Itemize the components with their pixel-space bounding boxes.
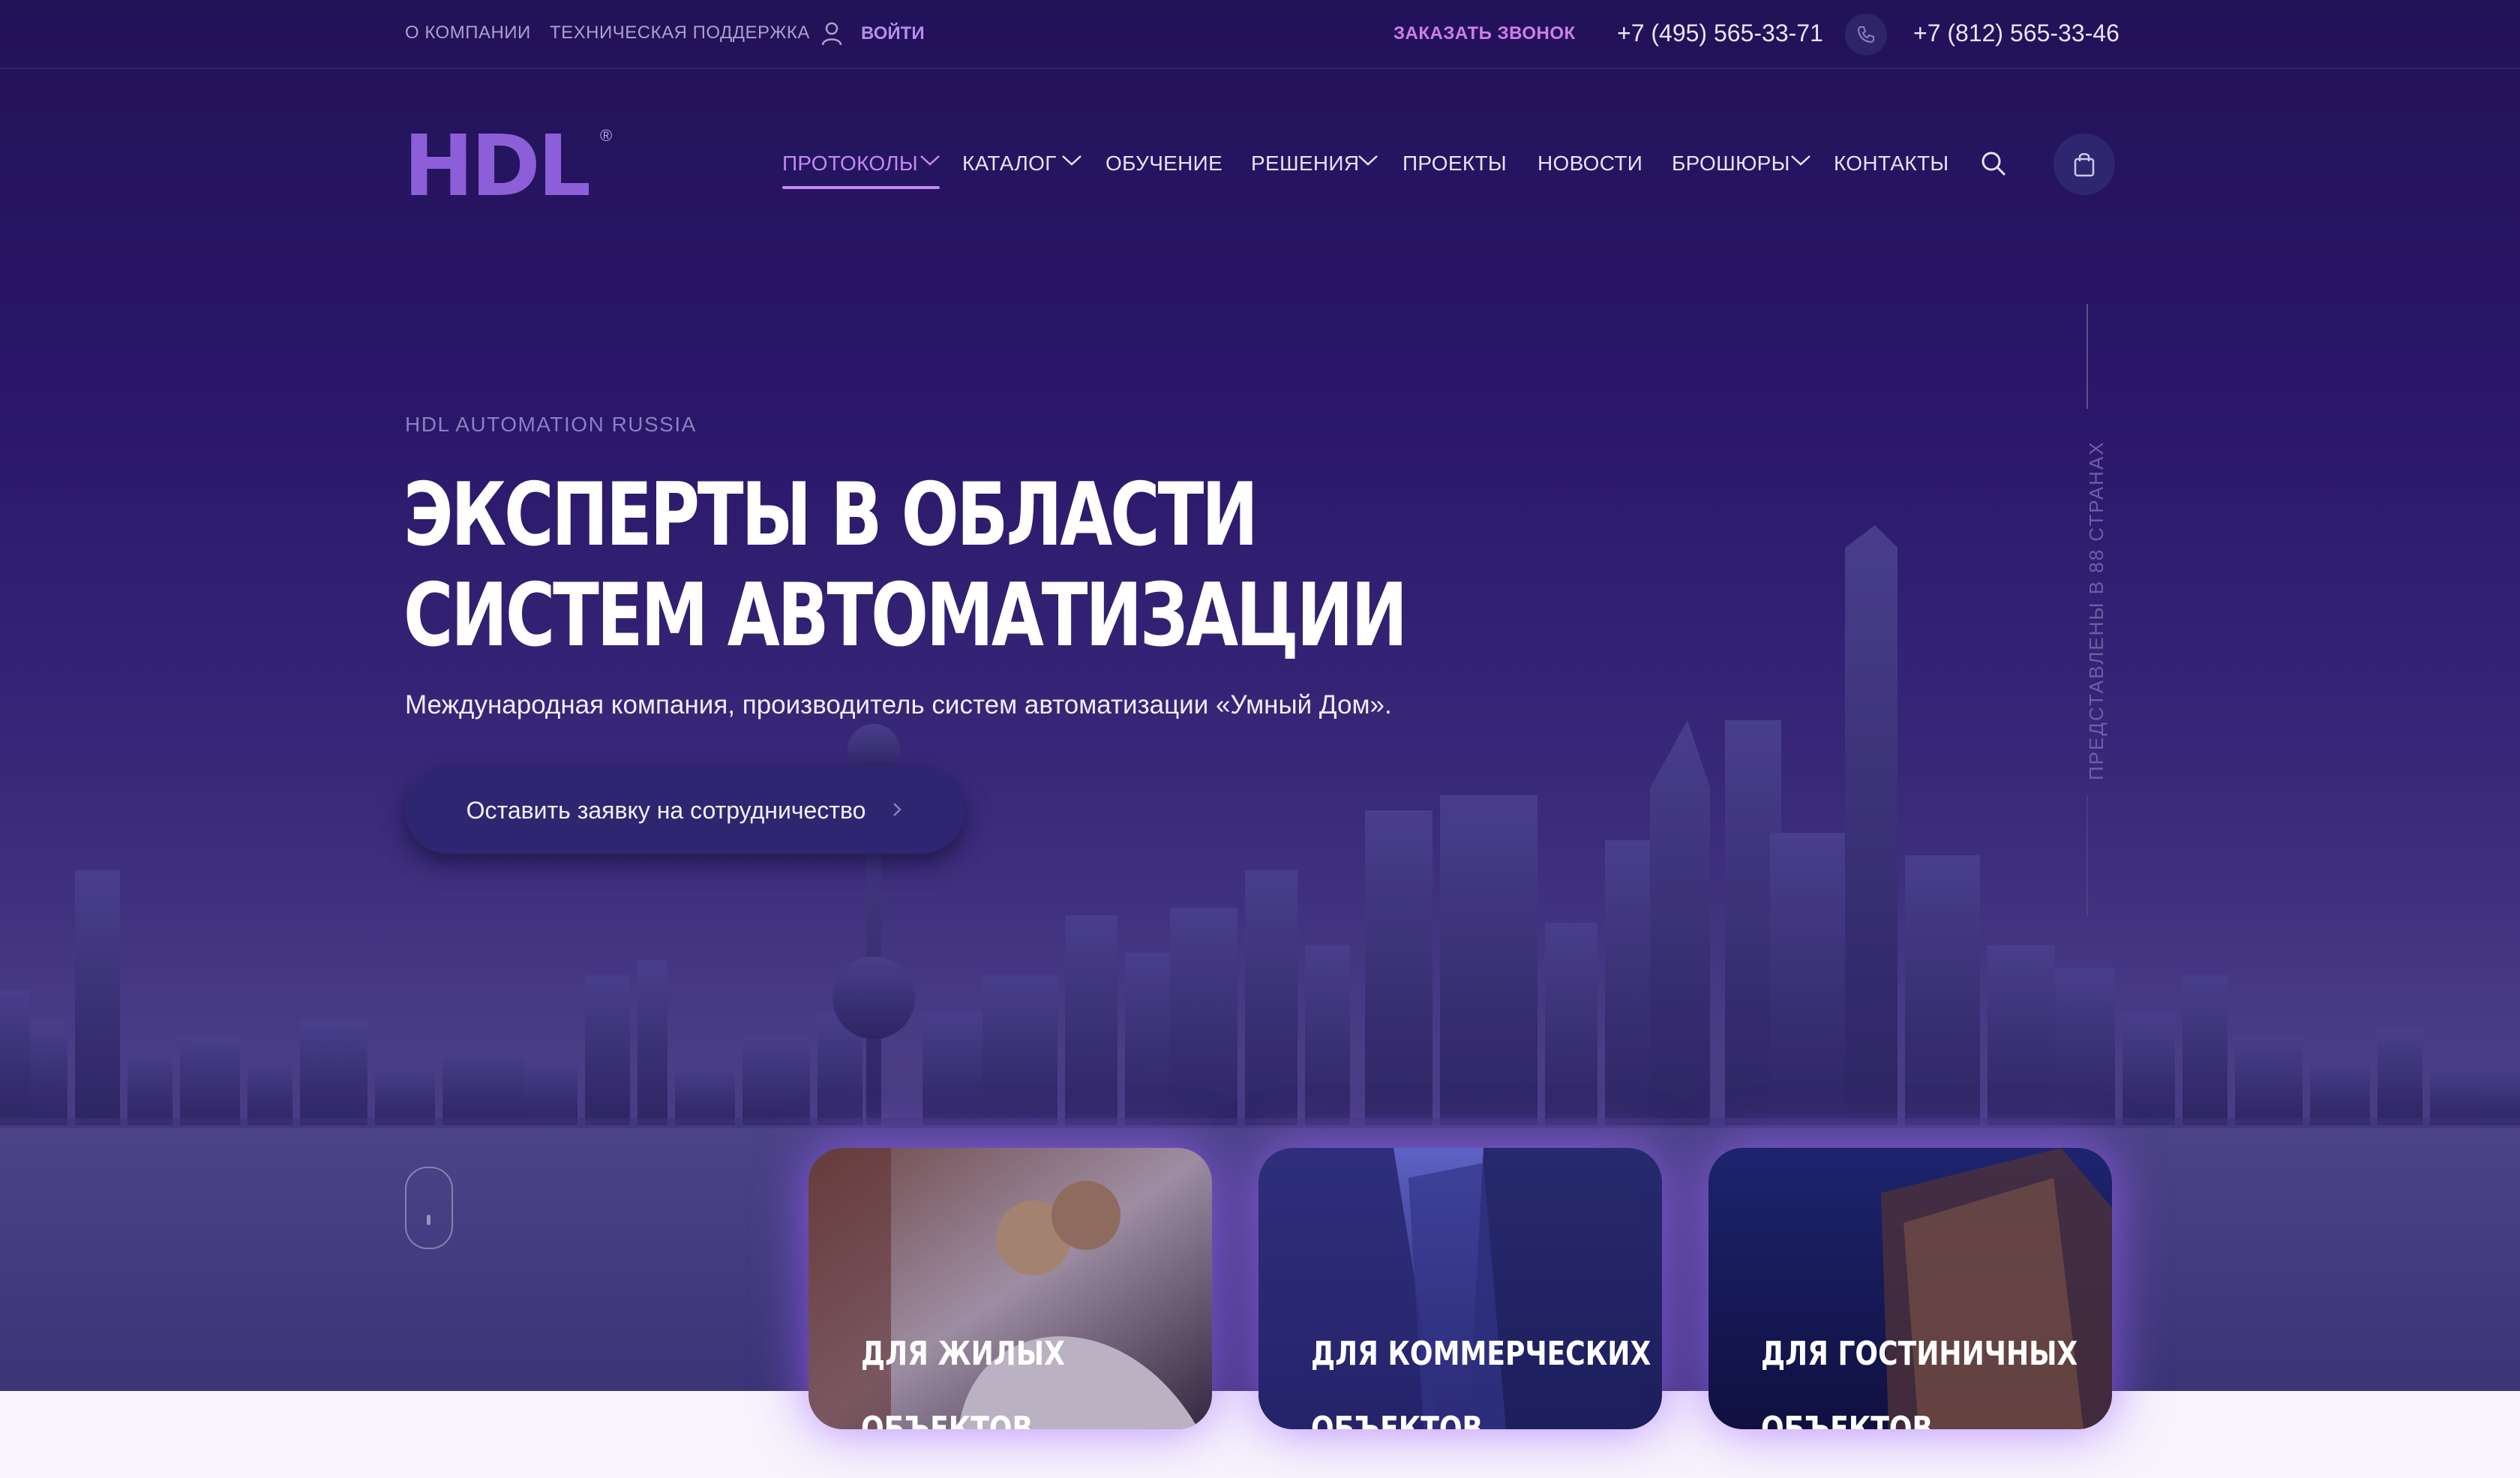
scroll-mouse-icon[interactable] [405,1167,453,1249]
hero-title-line1: ЭКСПЕРТЫ В ОБЛАСТИ [404,464,1258,566]
countries-side-text: ПРЕДСТАВЛЕНЫ В 88 СТРАНАХ [2085,440,2108,780]
nav-projects[interactable]: ПРОЕКТЫ [1402,152,1507,176]
chevron-right-icon [891,797,903,825]
user-icon[interactable] [820,21,843,50]
partnership-request-button[interactable]: Оставить заявку на сотрудничество [405,767,964,854]
chevron-down-icon[interactable] [920,154,940,171]
phone-moscow[interactable]: +7 (495) 565-33-71 [1617,20,1823,47]
active-nav-underline [782,186,940,189]
nav-training[interactable]: ОБУЧЕНИЕ [1106,152,1222,176]
chevron-down-icon[interactable] [1358,154,1378,171]
callback-link[interactable]: ЗАКАЗАТЬ ЗВОНОК [1394,23,1576,44]
side-divider-top [2086,304,2088,409]
nav-protocols[interactable]: ПРОТОКОЛЫ [782,152,918,176]
card-residential[interactable]: ДЛЯ ЖИЛЫХ ОБЪЕКТОВ [808,1148,1212,1429]
about-link[interactable]: О КОМПАНИИ [405,23,531,44]
registered-mark: ® [600,126,613,145]
hero-title: ЭКСПЕРТЫ В ОБЛАСТИ СИСТЕМ АВТОМАТИЗАЦИИ [404,464,1408,666]
top-bar: О КОМПАНИИ ТЕХНИЧЕСКАЯ ПОДДЕРЖКА ВОЙТИ З… [0,0,2520,69]
hero-eyebrow: HDL AUTOMATION RUSSIA [405,413,697,436]
side-divider-bottom [2086,795,2088,915]
nav-solutions[interactable]: РЕШЕНИЯ [1251,152,1359,176]
hero-subtitle: Международная компания, производитель си… [405,690,1392,719]
phone-icon[interactable] [1845,14,1887,56]
search-icon[interactable] [1980,150,2007,181]
chevron-down-icon[interactable] [1790,154,1811,171]
card-label: ДЛЯ ЖИЛЫХ ОБЪЕКТОВ [861,1335,1065,1430]
cart-icon[interactable] [2054,134,2115,195]
chevron-down-icon[interactable] [1061,154,1082,171]
hero-title-line2: СИСТЕМ АВТОМАТИЗАЦИИ [404,565,1408,666]
nav-brochures[interactable]: БРОШЮРЫ [1672,152,1790,176]
card-hotel[interactable]: ДЛЯ ГОСТИНИЧНЫХ ОБЪЕКТОВ [1708,1148,2112,1429]
phone-spb[interactable]: +7 (812) 565-33-46 [1913,20,2120,47]
nav-contacts[interactable]: КОНТАКТЫ [1834,152,1948,176]
login-link[interactable]: ВОЙТИ [861,23,925,44]
cta-label: Оставить заявку на сотрудничество [466,796,866,824]
nav-catalog[interactable]: КАТАЛОГ [962,152,1057,176]
hdl-logo[interactable]: HDL [404,125,591,209]
nav-news[interactable]: НОВОСТИ [1538,152,1642,176]
card-label: ДЛЯ КОММЕРЧЕСКИХ ОБЪЕКТОВ [1311,1335,1652,1430]
card-label: ДЛЯ ГОСТИНИЧНЫХ ОБЪЕКТОВ [1761,1335,2078,1430]
card-commercial[interactable]: ДЛЯ КОММЕРЧЕСКИХ ОБЪЕКТОВ [1258,1148,1662,1429]
support-link[interactable]: ТЕХНИЧЕСКАЯ ПОДДЕРЖКА [550,23,810,44]
